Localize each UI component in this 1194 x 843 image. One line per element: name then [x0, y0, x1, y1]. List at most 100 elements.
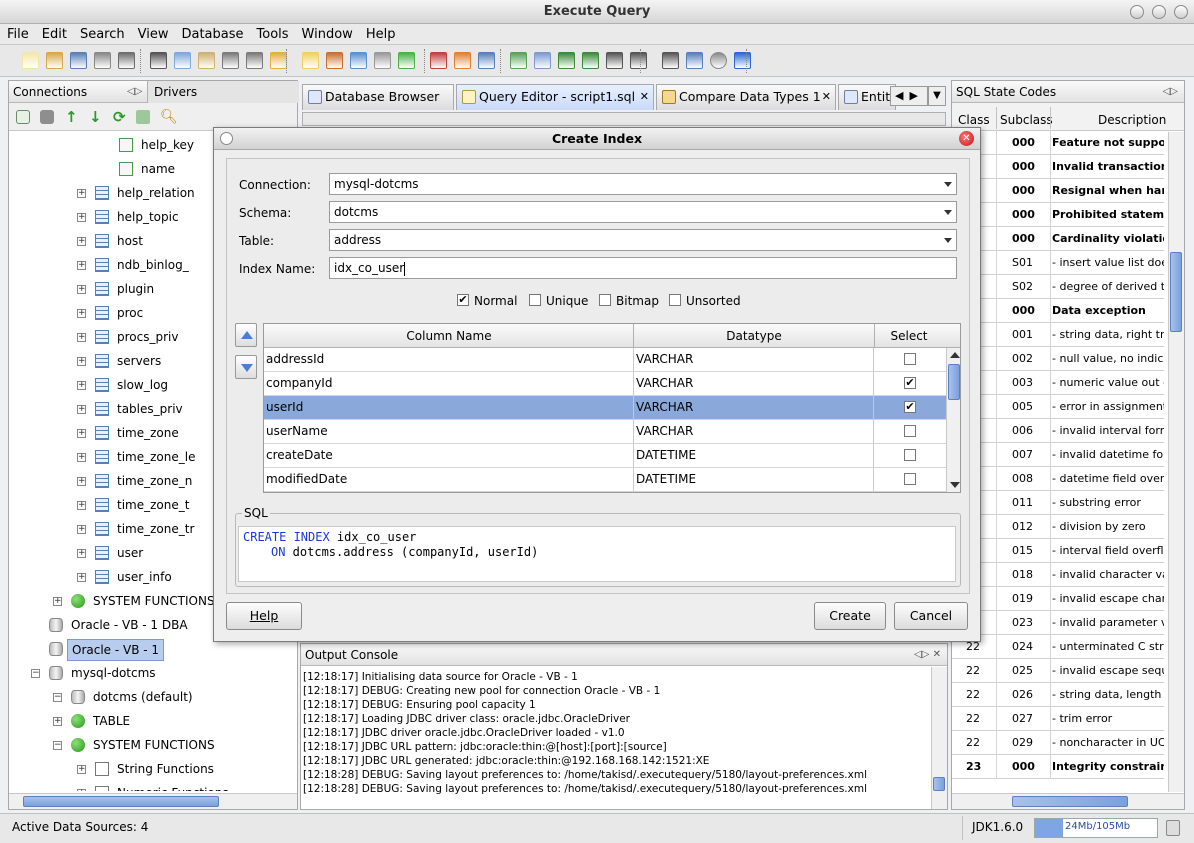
menu-file[interactable]: File — [0, 24, 35, 42]
table-row[interactable]: 22024- unterminated C string — [952, 635, 1164, 659]
toolbar-button-icon[interactable] — [70, 52, 87, 69]
tab-scroll-buttons[interactable]: ◀ ▶ — [890, 86, 928, 106]
dialog-close-button[interactable]: ✕ — [959, 131, 974, 146]
option-unique-checkbox[interactable] — [529, 294, 541, 306]
tab-drivers[interactable]: Drivers — [147, 81, 299, 103]
col-header-select[interactable]: Select — [874, 324, 944, 348]
toolbar-button-icon[interactable] — [118, 52, 135, 69]
scroll-down-icon[interactable] — [950, 482, 960, 488]
expand-toggle-icon[interactable]: + — [77, 285, 86, 294]
table-row[interactable]: 002 - null value, no indicator — [952, 347, 1164, 371]
tree-hscrollbar[interactable] — [9, 793, 297, 809]
select-column-checkbox[interactable]: ✔ — [904, 401, 916, 413]
toolbar-button-icon[interactable] — [710, 52, 727, 69]
expand-toggle-icon[interactable]: + — [77, 477, 86, 486]
tab-scroll-right-icon[interactable]: ▶ — [903, 89, 917, 102]
toolbar-button-icon[interactable] — [222, 52, 239, 69]
option-unsorted-checkbox[interactable] — [669, 294, 681, 306]
table-row[interactable]: 007 - invalid datetime format — [952, 443, 1164, 467]
expand-toggle-icon[interactable]: + — [53, 717, 62, 726]
state-hscroll-thumb[interactable] — [1012, 796, 1128, 807]
close-window-button[interactable] — [1174, 5, 1188, 19]
select-column-checkbox[interactable] — [904, 473, 916, 485]
tab-connections[interactable]: Connections — [13, 85, 87, 99]
expand-toggle-icon[interactable]: + — [77, 309, 86, 318]
minimize-button[interactable] — [1130, 5, 1144, 19]
table-row[interactable]: 005 - error in assignment — [952, 395, 1164, 419]
col-header-class[interactable]: Class — [958, 113, 990, 127]
expand-toggle-icon[interactable]: + — [77, 501, 86, 510]
expand-toggle-icon[interactable]: + — [77, 429, 86, 438]
tab-scroll-left-icon[interactable]: ◀ — [891, 89, 903, 102]
toolbar-button-icon[interactable] — [94, 52, 111, 69]
col-header-datatype[interactable]: Datatype — [634, 324, 874, 348]
table-row[interactable]: 001 - string data, right truncation — [952, 323, 1164, 347]
menu-database[interactable]: Database — [174, 24, 249, 42]
select-column-checkbox[interactable] — [904, 353, 916, 365]
table-row[interactable]: 22 029 - noncharacter in UCS — [952, 731, 1164, 755]
table-row[interactable]: 000 Cardinality violation — [952, 227, 1164, 251]
expand-toggle-icon[interactable]: − — [53, 693, 62, 702]
col-header-subclass[interactable]: Subclass — [1000, 113, 1053, 127]
table-row[interactable]: 000 Data exception — [952, 299, 1164, 323]
table-row[interactable]: S01 - insert value list does not match — [952, 251, 1164, 275]
table-row[interactable]: 22 027 - trim error — [952, 707, 1164, 731]
table-row[interactable]: createDate DATETIME — [264, 444, 946, 468]
menu-search[interactable]: Search — [73, 24, 131, 42]
dialog-menu-icon[interactable] — [220, 132, 233, 145]
tree-hscroll-thumb[interactable] — [23, 796, 219, 807]
new-connection-icon[interactable] — [16, 110, 30, 124]
expand-toggle-icon[interactable]: + — [77, 213, 86, 222]
connection-select[interactable]: mysql-dotcms — [329, 173, 957, 195]
state-hscrollbar[interactable] — [952, 793, 1184, 809]
expand-toggle-icon[interactable]: + — [53, 597, 62, 606]
refresh-icon[interactable]: ⟳ — [113, 110, 127, 125]
garbage-collect-icon[interactable] — [1166, 820, 1180, 836]
expand-toggle-icon[interactable]: + — [77, 405, 86, 414]
table-row[interactable]: 000 Resignal when handler not active — [952, 179, 1164, 203]
search-icon[interactable]: 🔍︎ — [160, 110, 178, 124]
table-row[interactable]: 003 - numeric value out of range — [952, 371, 1164, 395]
console-vscrollbar[interactable] — [931, 667, 947, 809]
table-row[interactable]: 000 Prohibited statement encountered — [952, 203, 1164, 227]
sql-preview-text[interactable]: CREATE INDEX idx_co_user ON dotcms.addre… — [238, 526, 956, 582]
close-tab-icon[interactable]: ✕ — [640, 85, 649, 109]
table-row[interactable]: companyId VARCHAR ✔ — [264, 372, 946, 396]
toolbar-button-icon[interactable] — [302, 52, 319, 69]
console-vscroll-thumb[interactable] — [933, 777, 945, 791]
toolbar-button-icon[interactable] — [582, 52, 599, 69]
grid-vscroll-thumb[interactable] — [948, 364, 960, 400]
option-bitmap-checkbox[interactable] — [599, 294, 611, 306]
table-row[interactable]: 012 - division by zero — [952, 515, 1164, 539]
menu-edit[interactable]: Edit — [35, 24, 73, 42]
menu-help[interactable]: Help — [359, 24, 402, 42]
tree-item[interactable]: + Numeric Functions — [9, 783, 297, 791]
col-header-column-name[interactable]: Column Name — [264, 324, 634, 348]
toolbar-button-icon[interactable] — [246, 52, 263, 69]
expand-toggle-icon[interactable]: − — [53, 741, 62, 750]
toolbar-button-icon[interactable] — [398, 52, 415, 69]
toolbar-button-icon[interactable] — [350, 52, 367, 69]
toolbar-button-icon[interactable] — [174, 52, 191, 69]
expand-toggle-icon[interactable]: + — [77, 453, 86, 462]
toolbar-button-icon[interactable] — [662, 52, 679, 69]
tree-item[interactable]: + TABLE — [9, 711, 297, 731]
toolbar-button-icon[interactable] — [734, 52, 751, 69]
toolbar-button-icon[interactable] — [22, 52, 39, 69]
toolbar-button-icon[interactable] — [686, 52, 703, 69]
expand-toggle-icon[interactable]: + — [77, 549, 86, 558]
toolbar-button-icon[interactable] — [326, 52, 343, 69]
close-tab-icon-2[interactable]: ✕ — [822, 85, 831, 109]
tree-item[interactable]: − dotcms (default) — [9, 687, 297, 707]
table-row[interactable]: 019 - invalid escape character — [952, 587, 1164, 611]
toolbar-button-icon[interactable] — [478, 52, 495, 69]
expand-toggle-icon[interactable]: + — [77, 357, 86, 366]
table-row[interactable]: 011 - substring error — [952, 491, 1164, 515]
menu-window[interactable]: Window — [295, 24, 359, 42]
table-row[interactable]: modifiedDate DATETIME — [264, 468, 946, 492]
console-panel-controls-icon[interactable]: ◁▷ ✕ — [914, 644, 941, 666]
tree-item[interactable]: +Oracle - VB - 1 — [9, 639, 297, 661]
expand-toggle-icon[interactable]: + — [77, 573, 86, 582]
help-button[interactable]: Help — [226, 602, 302, 630]
table-row[interactable]: userId VARCHAR ✔ — [264, 396, 946, 420]
